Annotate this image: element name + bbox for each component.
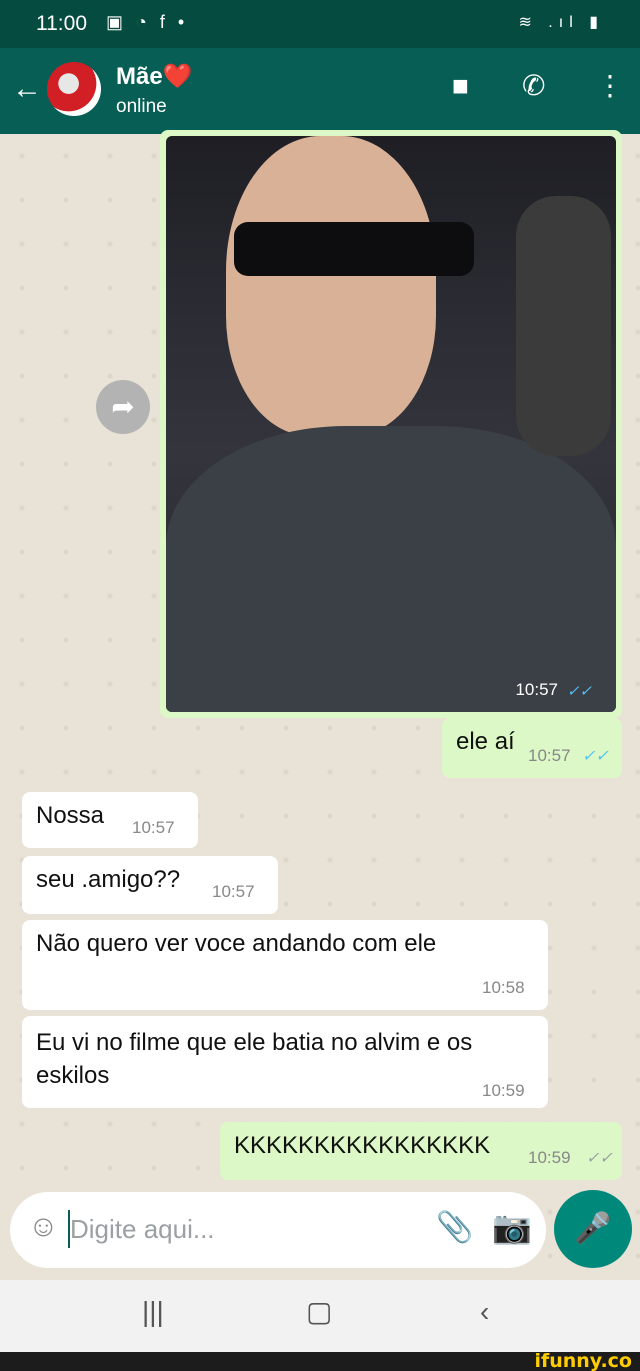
message-time: 10:59	[528, 1148, 571, 1167]
message-input[interactable]: Digite aqui...	[70, 1214, 215, 1245]
message-time: 10:57	[515, 680, 558, 699]
message-text: Não quero ver voce andando com ele	[36, 930, 437, 957]
menu-icon[interactable]: ⋮	[596, 72, 624, 100]
image-message[interactable]: 10:57 ✓✓	[160, 130, 622, 718]
read-ticks-icon: ✓✓	[582, 748, 609, 765]
message-time: 10:57	[528, 746, 571, 765]
contact-name[interactable]: Mãe❤️	[116, 62, 193, 91]
message-bubble[interactable]: Nossa 10:57	[22, 792, 198, 848]
message-text: Eu vi no filme que ele batia no alvim e …	[36, 1029, 473, 1089]
phone-call-icon[interactable]: ✆	[522, 72, 545, 100]
read-ticks-icon: ✓✓	[566, 683, 592, 700]
message-bubble[interactable]: Eu vi no filme que ele batia no alvim e …	[22, 1016, 548, 1108]
emoji-icon[interactable]: ☺	[28, 1212, 59, 1242]
nav-back-icon[interactable]: ‹	[480, 1298, 489, 1326]
attach-icon[interactable]: 📎	[436, 1210, 473, 1245]
message-text: seu .amigo??	[36, 866, 181, 893]
camera-icon[interactable]: 📷	[492, 1208, 532, 1246]
system-nav-bar: ||| ▢ ‹	[0, 1280, 640, 1352]
chat-header: ← Mãe❤️ online ■ ✆ ⋮	[0, 48, 640, 134]
message-bubble[interactable]: ele aí 10:57 ✓✓	[442, 718, 622, 778]
signal-battery-icons: ≋ .ıl ▮	[518, 14, 604, 31]
message-time: 10:57	[132, 818, 175, 837]
message-text: Nossa	[36, 802, 105, 829]
avatar[interactable]	[47, 62, 101, 116]
message-time: 10:59	[482, 1081, 525, 1100]
message-text: ele aí	[456, 728, 515, 755]
message-bubble[interactable]: Não quero ver voce andando com ele 10:58	[22, 920, 548, 1010]
message-text: KKKKKKKKKKKKKKKK	[234, 1132, 491, 1159]
message-time: 10:58	[482, 978, 525, 997]
message-composer: ☺ Digite aqui... 📎 📷	[10, 1192, 546, 1268]
message-bubble[interactable]: KKKKKKKKKKKKKKKK 10:59 ✓✓	[220, 1122, 622, 1180]
message-bubble[interactable]: seu .amigo?? 10:57	[22, 856, 278, 914]
contact-status: online	[116, 96, 167, 117]
delivered-ticks-icon: ✓✓	[586, 1150, 613, 1167]
forward-icon[interactable]: ➦	[96, 380, 150, 434]
message-time: 10:57	[212, 882, 255, 901]
recent-apps-icon[interactable]: |||	[142, 1298, 164, 1326]
notification-icons: ▣ ◔ f •	[106, 12, 189, 32]
video-call-icon[interactable]: ■	[452, 72, 469, 100]
watermark-logo: ifunny.co	[534, 1350, 632, 1371]
status-bar: 11:00 ▣ ◔ f • ≋ .ıl ▮	[0, 0, 640, 48]
watermark-bar: ifunny.co	[0, 1350, 640, 1371]
photo[interactable]: 10:57 ✓✓	[166, 136, 616, 712]
mic-button[interactable]: 🎤	[554, 1190, 632, 1268]
status-time: 11:00	[36, 12, 87, 35]
home-icon[interactable]: ▢	[306, 1298, 332, 1326]
back-arrow-icon[interactable]: ←	[12, 74, 42, 104]
